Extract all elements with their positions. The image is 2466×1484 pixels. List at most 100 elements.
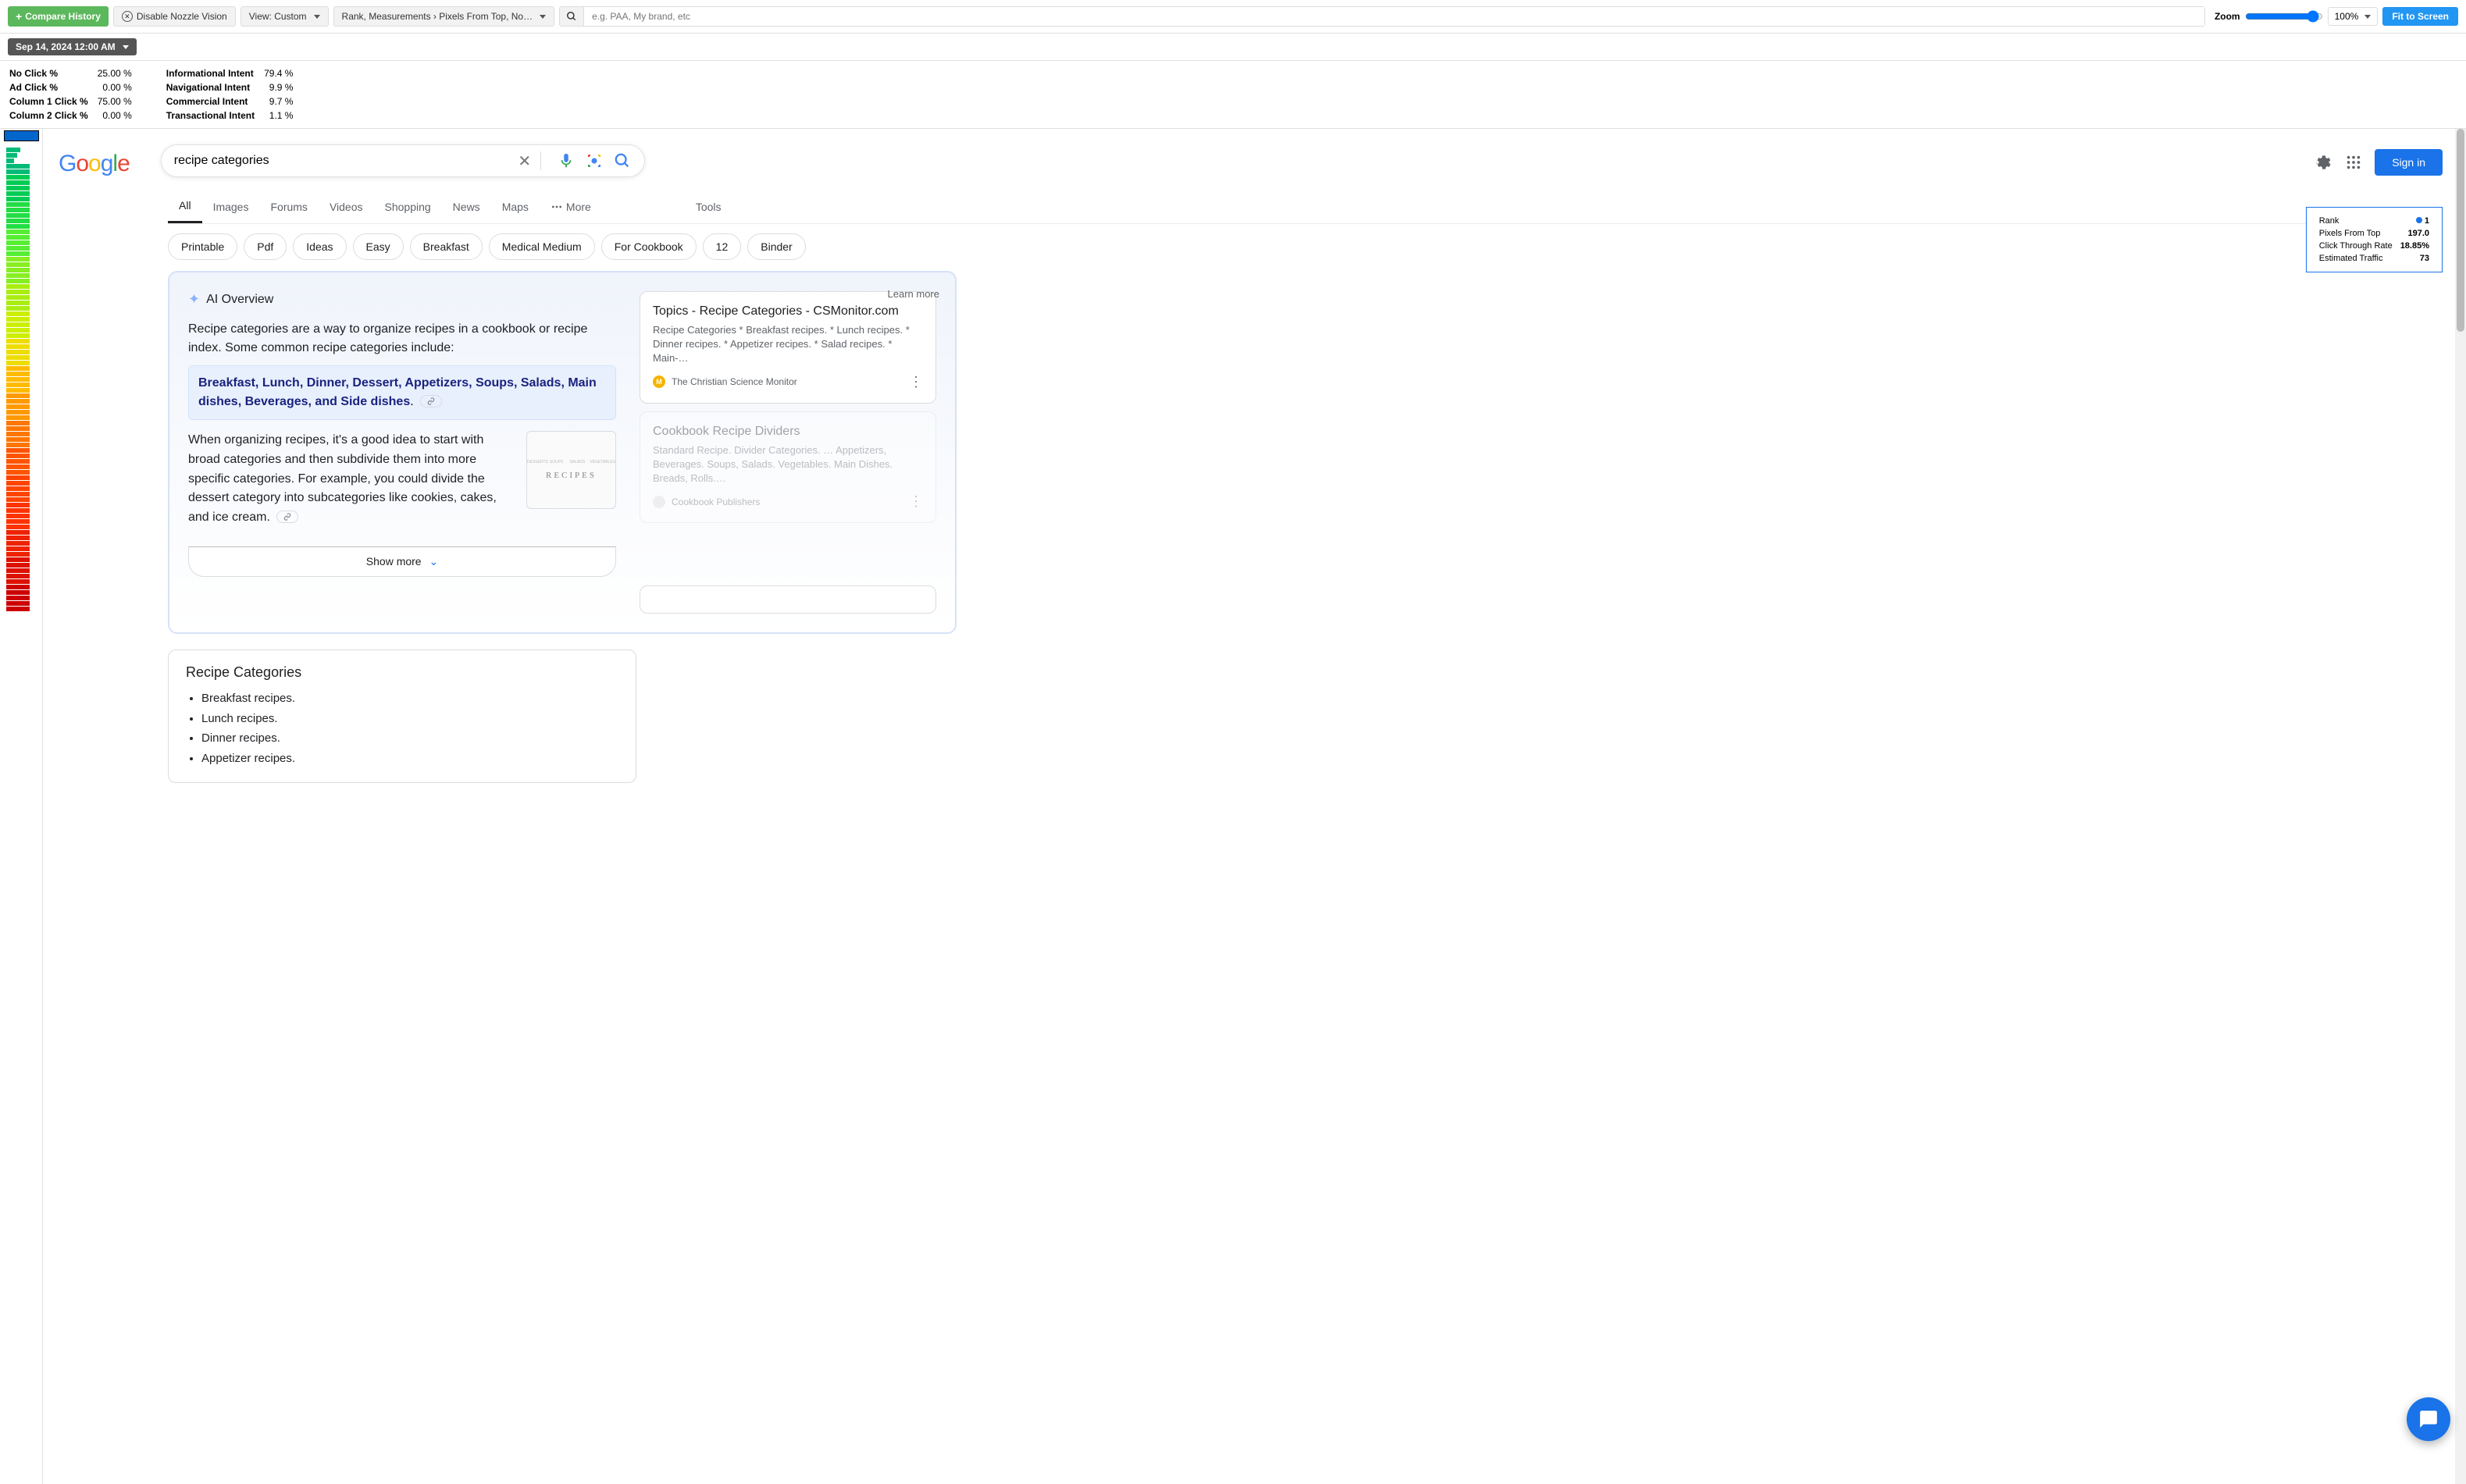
heatmap-bar [6,158,14,163]
heatmap-bar [6,514,30,518]
stat-label: Informational Intent [166,67,262,80]
tab-videos[interactable]: Videos [319,191,374,222]
heatmap-bar [6,191,30,196]
lens-icon[interactable] [585,151,604,170]
heatmap-bar [6,486,30,491]
heatmap-bar [6,563,30,568]
ai-overview-main: ✦ AI Overview Learn more Recipe categori… [188,291,616,614]
more-icon[interactable]: ⋮ [909,374,923,390]
compare-history-button[interactable]: + Compare History [8,6,109,27]
zoom-slider[interactable] [2245,10,2323,23]
ai-overview-block: ✦ AI Overview Learn more Recipe categori… [168,271,957,634]
chip-ideas[interactable]: Ideas [293,233,346,260]
favicon-icon: M [653,375,665,388]
sign-in-button[interactable]: Sign in [2375,149,2443,176]
heatmap-bar [6,328,30,333]
settings-icon[interactable] [2314,153,2332,172]
fit-to-screen-button[interactable]: Fit to Screen [2382,7,2458,26]
chip-breakfast[interactable]: Breakfast [410,233,483,260]
more-icon[interactable]: ⋮ [909,493,923,510]
ref-source-name: The Christian Science Monitor [672,376,797,387]
result-title[interactable]: Recipe Categories [186,664,618,681]
viewport-indicator[interactable] [4,130,39,141]
heatmap-bar [6,175,30,180]
rank-dropdown[interactable]: Rank, Measurements › Pixels From Top, No… [333,6,555,27]
chip-binder[interactable]: Binder [747,233,805,260]
heatmap-bar [6,557,30,562]
chip-pdf[interactable]: Pdf [244,233,287,260]
search-submit-icon[interactable] [613,151,632,170]
heatmap-bar [6,306,30,311]
ref-source-row: Cookbook Publishers ⋮ [653,493,923,510]
stat-row: Navigational Intent9.9 % [166,81,301,94]
heatmap-bar [6,574,30,578]
ai-highlight-tail: . [410,395,413,408]
show-more-button[interactable]: Show more ⌄ [188,546,616,577]
ai-thumbnail[interactable]: DESSERTSSOUPSSALADSVEGETABLES RECIPES [526,431,616,509]
compare-history-label: Compare History [25,11,101,22]
toolbar-search [559,6,2205,27]
chip-12[interactable]: 12 [703,233,742,260]
heatmap-bar [6,213,30,218]
chip-medical-medium[interactable]: Medical Medium [489,233,595,260]
clear-icon[interactable]: ✕ [515,151,534,170]
heatmap-bar [6,317,30,322]
heatmap-bar [6,377,30,382]
chip-printable[interactable]: Printable [168,233,237,260]
heatmap-bar [6,590,30,595]
learn-more-link[interactable]: Learn more [888,288,939,300]
heatmap-bar [6,344,30,349]
tab-news[interactable]: News [442,191,491,222]
stat-row: Column 1 Click %75.00 % [9,95,140,108]
chip-for-cookbook[interactable]: For Cookbook [601,233,697,260]
scrollbar-track[interactable] [2455,129,2466,1484]
scrollbar-thumb[interactable] [2457,129,2464,332]
google-logo[interactable]: Google [59,144,130,177]
toolbar-search-input[interactable] [584,7,2204,26]
mic-icon[interactable] [557,151,576,170]
tab-maps[interactable]: Maps [491,191,540,222]
stats-row: No Click %25.00 %Ad Click %0.00 %Column … [0,61,2466,129]
ref-snippet: Standard Recipe. Divider Categories. … A… [653,443,923,486]
chat-bubble-button[interactable] [2407,1397,2450,1441]
heatmap-bar [6,492,30,496]
rank-row: Click Through Rate18.85% [2316,240,2432,251]
search-icon[interactable] [560,7,584,26]
link-chip-icon[interactable] [420,395,442,407]
tab-images[interactable]: Images [202,191,260,222]
google-search-input[interactable] [174,154,506,168]
heatmap-bar [6,426,30,431]
heatmap-bar [6,464,30,469]
tab-more[interactable]: More [540,191,602,222]
chip-easy[interactable]: Easy [353,233,404,260]
heatmap-bar [6,350,30,354]
stat-row: Commercial Intent9.7 % [166,95,301,108]
result-list: Breakfast recipes.Lunch recipes.Dinner r… [186,689,618,768]
apps-icon[interactable] [2345,154,2362,171]
heatmap-bar [6,333,30,338]
disable-nozzle-button[interactable]: ✕ Disable Nozzle Vision [113,6,236,27]
caret-down-icon [540,15,546,19]
zoom-label: Zoom [2215,11,2240,22]
heatmap-bar [6,454,30,458]
view-dropdown[interactable]: View: Custom [241,6,329,27]
tab-all[interactable]: All [168,190,202,223]
tools-link[interactable]: Tools [696,191,722,222]
tab-shopping[interactable]: Shopping [374,191,442,222]
result-item: Lunch recipes. [201,709,618,729]
rank-key: Estimated Traffic [2316,253,2396,264]
tab-forums[interactable]: Forums [259,191,318,222]
rank-val: 73 [2397,253,2432,264]
google-header-right: Sign in [2314,144,2443,176]
google-search-bar: ✕ [161,144,645,177]
heatmap-bar [6,339,30,343]
reference-card[interactable]: Topics - Recipe Categories - CSMonitor.c… [640,291,936,404]
zoom-value-dropdown[interactable]: 100% [2328,7,2379,26]
reference-card[interactable]: Cookbook Recipe Dividers Standard Recipe… [640,411,936,524]
organic-result: Recipe Categories Breakfast recipes.Lunc… [168,649,636,783]
date-chip[interactable]: Sep 14, 2024 12:00 AM [8,38,137,55]
heatmap-bar [6,448,30,453]
link-chip-icon[interactable] [276,511,298,523]
ai-highlight-box: Breakfast, Lunch, Dinner, Dessert, Appet… [188,365,616,420]
stat-label: Column 1 Click % [9,95,96,108]
